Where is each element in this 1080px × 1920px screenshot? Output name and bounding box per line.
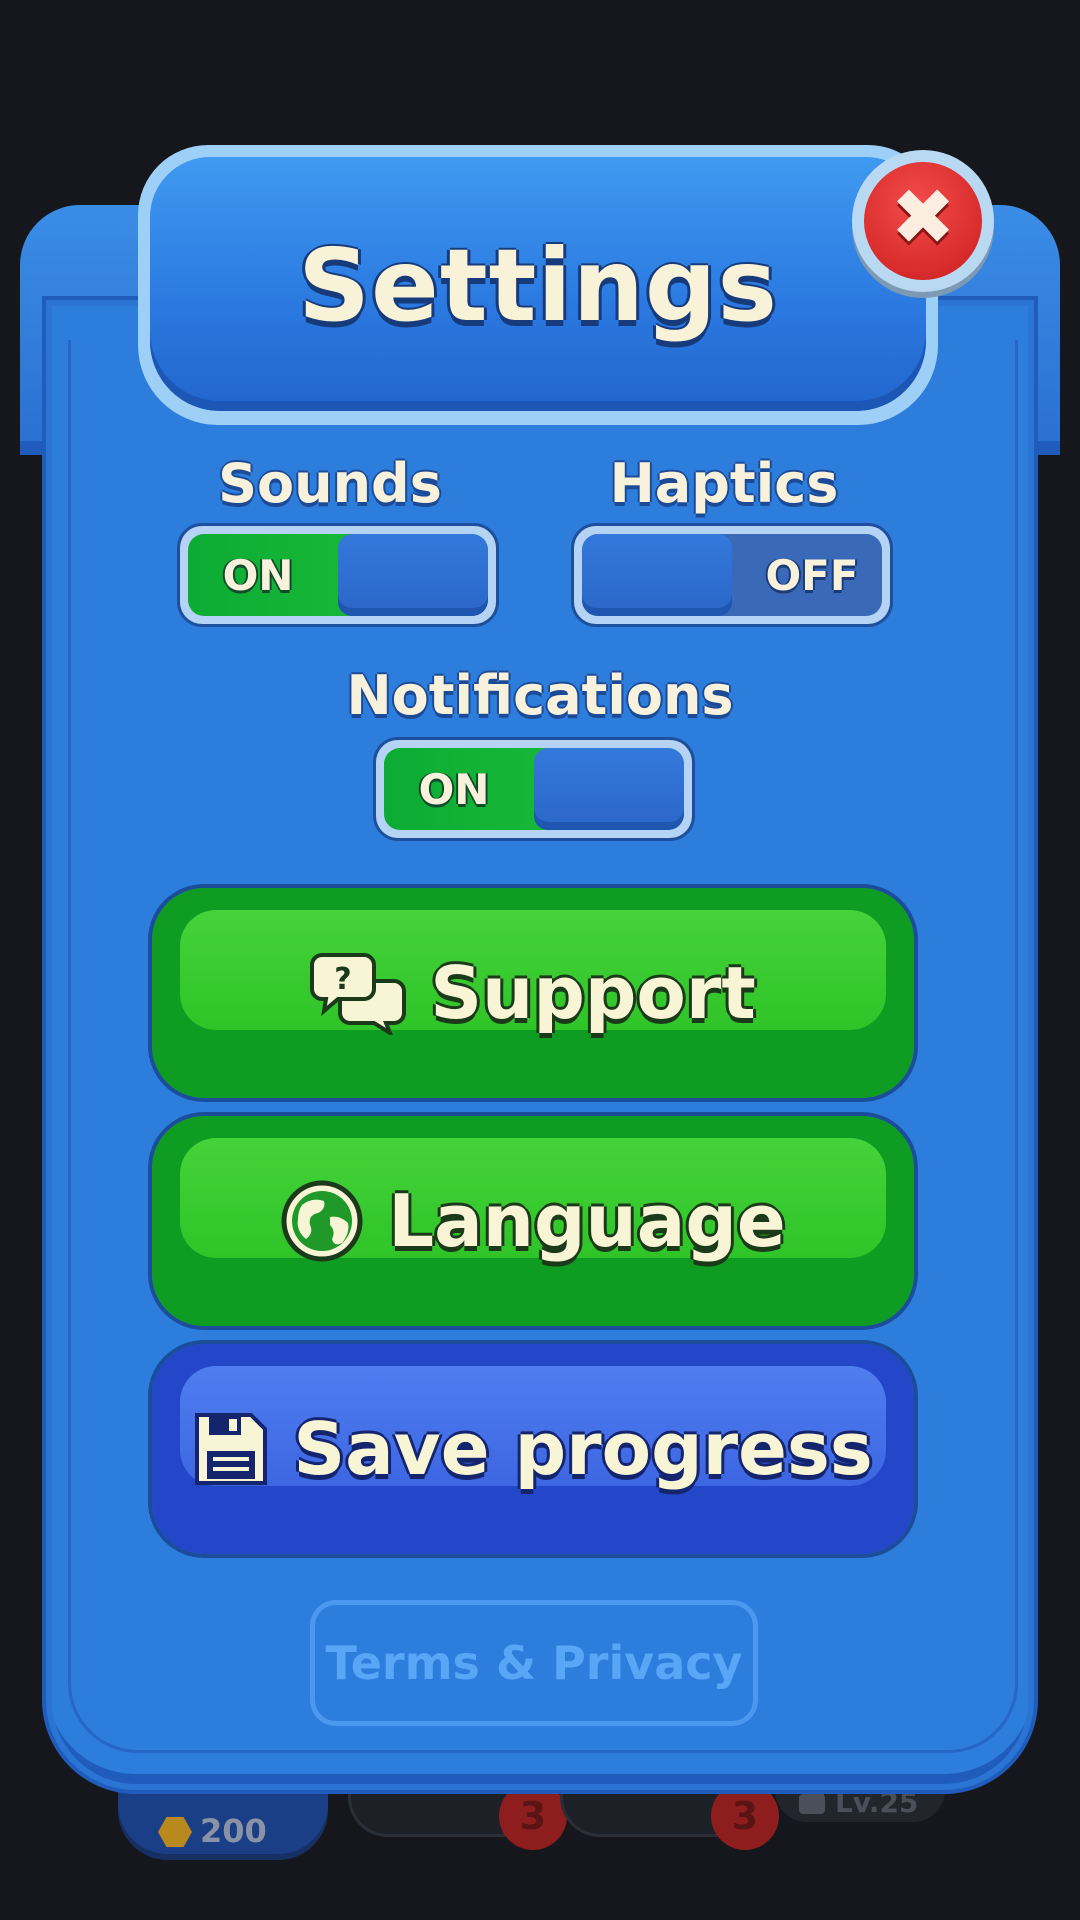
svg-text:?: ? <box>335 962 352 997</box>
chat-question-icon: ? <box>310 953 407 1035</box>
toggle-track: OFF <box>582 534 882 616</box>
language-label: Language <box>388 1179 786 1263</box>
page-title: Settings <box>297 227 779 344</box>
lock-icon <box>799 1782 825 1814</box>
toggle-knob <box>582 534 732 616</box>
globe-icon <box>281 1180 363 1262</box>
toggle-knob <box>534 748 684 830</box>
support-button[interactable]: ? Support <box>152 888 914 1098</box>
toggle-knob <box>338 534 488 616</box>
title-banner-face: Settings <box>150 157 926 411</box>
terms-privacy-link[interactable]: Terms & Privacy <box>310 1600 758 1726</box>
toggle-state-text: OFF <box>765 550 859 600</box>
support-label: Support <box>430 951 756 1035</box>
toggle-track: ON <box>384 748 684 830</box>
booster-count-badge: 3 <box>711 1782 779 1850</box>
locked-level-label: Lv.25 <box>835 1786 919 1819</box>
save-progress-label: Save progress <box>293 1407 873 1491</box>
sounds-label: Sounds <box>218 452 442 515</box>
toggle-state-text: ON <box>418 764 490 814</box>
toggle-track: ON <box>188 534 488 616</box>
coin-icon <box>158 1817 192 1847</box>
button-content: Save progress <box>152 1344 914 1554</box>
booster-count-badge: 3 <box>499 1782 567 1850</box>
notifications-label: Notifications <box>346 664 734 727</box>
language-button[interactable]: Language <box>152 1116 914 1326</box>
toggle-state-text: ON <box>222 550 294 600</box>
title-banner: Settings <box>138 145 938 425</box>
close-button[interactable]: ✖ <box>852 150 994 292</box>
floppy-disk-icon <box>195 1413 268 1485</box>
button-content: Language <box>152 1116 914 1326</box>
notifications-toggle[interactable]: ON <box>376 740 692 838</box>
save-progress-button[interactable]: Save progress <box>152 1344 914 1554</box>
sounds-toggle[interactable]: ON <box>180 526 496 624</box>
coin-value: 200 <box>200 1812 267 1850</box>
close-icon: ✖ <box>864 162 982 280</box>
haptics-toggle[interactable]: OFF <box>574 526 890 624</box>
haptics-label: Haptics <box>609 452 839 515</box>
button-content: ? Support <box>152 888 914 1098</box>
